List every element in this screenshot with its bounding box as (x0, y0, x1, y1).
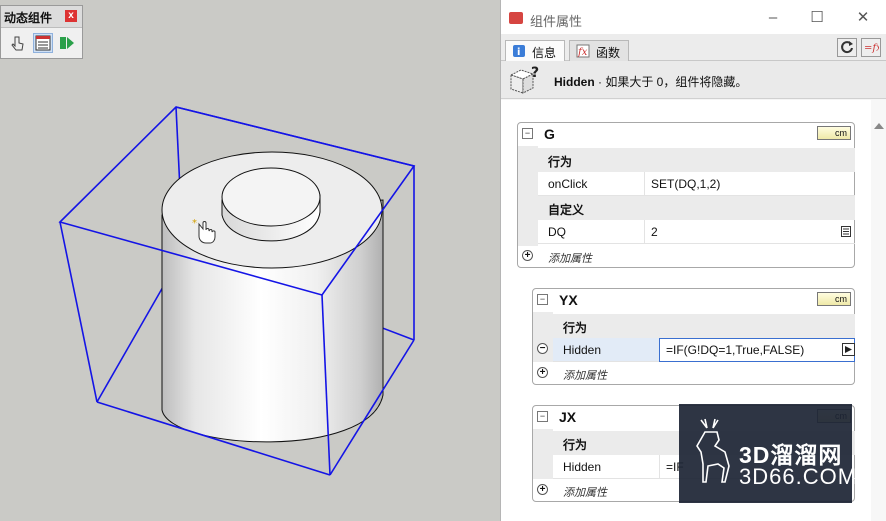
indent-bar (533, 312, 553, 362)
watermark-logo: 3D溜溜网 3D66.COM (679, 404, 856, 503)
unit-button[interactable]: cm (817, 292, 851, 306)
toolbar-title: 动态组件 x (1, 6, 82, 28)
component-g: − G cm 行为 onClick SET(DQ,1,2) 自定义 DQ 2 +… (517, 122, 855, 268)
info-icon: i (513, 45, 525, 58)
collapse-toggle[interactable]: − (537, 294, 548, 305)
interact-tool-button[interactable] (9, 33, 29, 53)
vertical-scrollbar[interactable] (871, 100, 886, 521)
attribute-row-hidden[interactable]: Hidden =IF(G!DQ=1,True,FALSE) (553, 338, 855, 362)
tab-functions[interactable]: fx 函数 (569, 40, 630, 62)
add-attribute-plus-icon[interactable]: + (537, 367, 548, 378)
deer-logo-icon (696, 418, 730, 483)
maximize-button[interactable]: ☐ (807, 8, 827, 28)
dynamic-components-toolbar: 动态组件 x (0, 5, 83, 59)
component-options-button[interactable] (33, 33, 53, 53)
attribute-value[interactable]: SET(DQ,1,2) (644, 172, 855, 196)
scene-canvas[interactable]: * (0, 0, 500, 521)
add-attribute-plus-icon[interactable]: + (537, 484, 548, 495)
formula-icon: =fx (864, 43, 882, 54)
attribute-label: Hidden (553, 455, 659, 479)
svg-text:fx: fx (577, 47, 588, 58)
model-viewport[interactable]: * 动态组件 x (0, 0, 500, 521)
attribute-label: onClick (538, 172, 644, 196)
svg-text:=fx: =fx (864, 43, 879, 54)
formula-arrow-icon[interactable] (842, 343, 855, 356)
scroll-up-arrow-icon[interactable] (874, 123, 884, 129)
toggle-formula-view-button[interactable]: =fx (861, 38, 882, 57)
attributes-icon (60, 37, 74, 49)
svg-text:*: * (192, 218, 197, 229)
remove-attribute-icon[interactable]: − (537, 343, 548, 354)
component-attributes-button[interactable] (57, 33, 77, 53)
component-name: JX (559, 409, 577, 425)
function-icon: fx (576, 44, 590, 58)
attribute-label: Hidden (553, 338, 659, 362)
tab-info[interactable]: i 信息 (505, 40, 566, 62)
window-titlebar: 组件属性 – ☐ ✕ (501, 0, 886, 34)
sketchup-app-icon (509, 12, 523, 24)
attribute-help-text: Hidden · 如果大于 0，组件将隐藏。 (554, 75, 748, 89)
unit-button[interactable]: cm (817, 126, 851, 140)
add-attribute-link[interactable]: 添加属性 (553, 362, 753, 384)
close-button[interactable]: ✕ (853, 8, 873, 28)
refresh-button[interactable] (837, 38, 857, 57)
component-yx: − YX cm 行为 − Hidden =IF(G!DQ=1,True,FALS… (532, 288, 855, 385)
component-name: G (544, 126, 555, 142)
cylinder-model (161, 151, 384, 443)
add-attribute-plus-icon[interactable]: + (522, 250, 533, 261)
toolbar-close-button[interactable]: x (65, 10, 77, 22)
svg-text:?: ? (531, 65, 539, 81)
section-custom: 自定义 (538, 196, 855, 220)
tab-bar: i 信息 fx 函数 =fx (501, 34, 886, 62)
watermark-url: 3D66.COM (739, 464, 858, 489)
indent-bar (533, 429, 553, 479)
help-cube-icon: ? (509, 65, 539, 94)
info-bar: ? Hidden · 如果大于 0，组件将隐藏。 (501, 61, 886, 99)
attribute-row-dq[interactable]: DQ 2 (538, 220, 855, 244)
attribute-value[interactable]: 2 (644, 220, 855, 244)
add-attribute-link[interactable]: 添加属性 (538, 245, 738, 267)
section-behavior: 行为 (538, 148, 855, 172)
attribute-row-onclick[interactable]: onClick SET(DQ,1,2) (538, 172, 855, 196)
options-list-icon (35, 35, 51, 51)
svg-text:i: i (517, 47, 520, 58)
window-title: 组件属性 (530, 14, 583, 29)
indent-bar (518, 146, 538, 246)
section-behavior: 行为 (553, 314, 855, 338)
component-name: YX (559, 292, 578, 308)
options-edit-icon[interactable] (841, 226, 851, 237)
attribute-label: DQ (538, 220, 644, 244)
hand-pointer-icon (11, 36, 24, 51)
attribute-formula-input[interactable]: =IF(G!DQ=1,True,FALSE) (659, 338, 855, 362)
collapse-toggle[interactable]: − (537, 411, 548, 422)
minimize-button[interactable]: – (763, 8, 783, 28)
collapse-toggle[interactable]: − (522, 128, 533, 139)
refresh-icon (841, 41, 853, 54)
